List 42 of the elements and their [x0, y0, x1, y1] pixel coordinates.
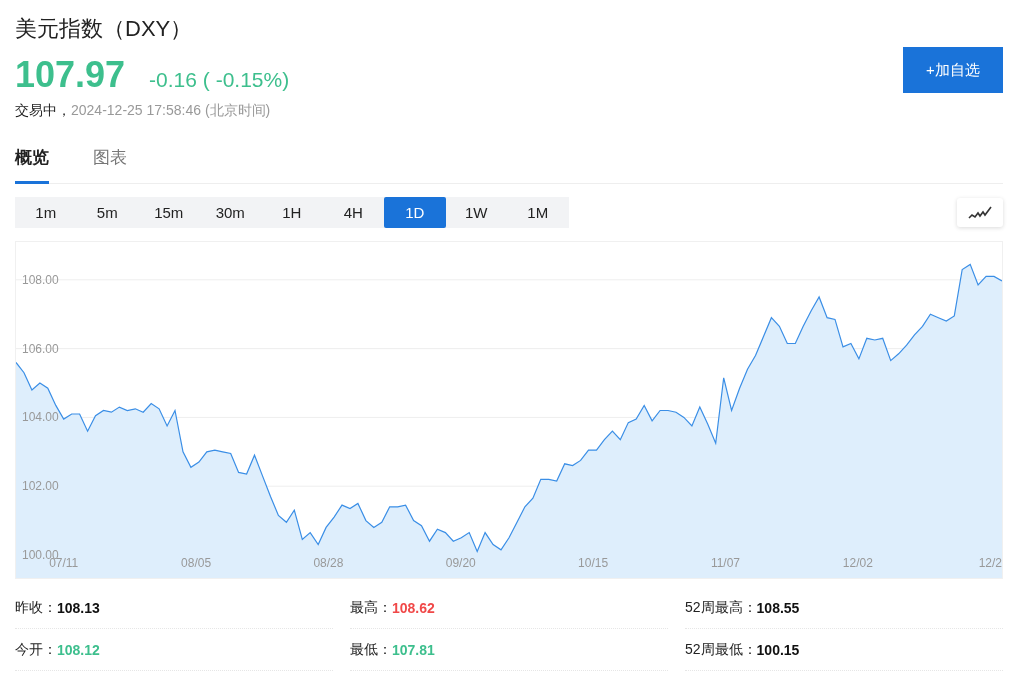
stat-value: 108.55 [756, 599, 800, 616]
price: 107.97 [15, 54, 126, 96]
axis-label: 10/15 [578, 556, 609, 570]
stat-label: 52周最低： [685, 640, 757, 659]
add-watchlist-button[interactable]: +加自选 [903, 47, 1003, 93]
stat-label: 今开： [15, 640, 57, 659]
stat-value: 108.62 [392, 599, 435, 616]
stat-value: 108.12 [57, 641, 100, 658]
interval-button[interactable]: 1H [261, 197, 323, 228]
interval-button[interactable]: 1W [445, 197, 507, 228]
interval-button[interactable]: 1m [15, 197, 77, 228]
tab[interactable]: 图表 [93, 146, 127, 184]
page-title: 美元指数（DXY） [15, 15, 194, 43]
price-change: -0.16 ( -0.15%) [149, 68, 290, 92]
axis-label: 106.00 [22, 341, 59, 356]
interval-button[interactable]: 15m [138, 197, 200, 228]
chart-type-button[interactable] [957, 198, 1003, 227]
interval-button[interactable]: 30m [199, 197, 261, 228]
axis-label: 12/2 [978, 556, 1002, 570]
interval-button[interactable]: 5m [76, 197, 138, 228]
interval-button[interactable]: 1D [384, 197, 446, 228]
stat-value: 107.81 [392, 641, 435, 658]
stat-label: 昨收： [15, 598, 57, 617]
interval-button[interactable]: 1M [507, 197, 569, 228]
timestamp: 2024-12-25 17:58:46 (北京时间) [71, 102, 271, 120]
interval-button[interactable]: 4H [322, 197, 384, 228]
axis-label: 104.00 [22, 410, 59, 425]
stat-label: 52周最高： [685, 598, 757, 617]
axis-label: 09/20 [445, 556, 476, 570]
line-chart-icon [968, 205, 992, 220]
axis-label: 108.00 [22, 272, 59, 287]
axis-label: 102.00 [22, 479, 59, 494]
axis-label: 12/02 [842, 556, 873, 570]
axis-label: 11/07 [710, 556, 740, 570]
stat-label: 最高： [350, 598, 392, 617]
stat-value: 108.13 [57, 599, 100, 616]
axis-label: 08/05 [181, 556, 212, 570]
axis-label: 08/28 [313, 556, 344, 570]
market-status: 交易中， [15, 102, 71, 120]
stat-label: 最低： [350, 640, 392, 659]
tab[interactable]: 概览 [15, 146, 49, 184]
stat-value: 100.15 [756, 641, 800, 658]
